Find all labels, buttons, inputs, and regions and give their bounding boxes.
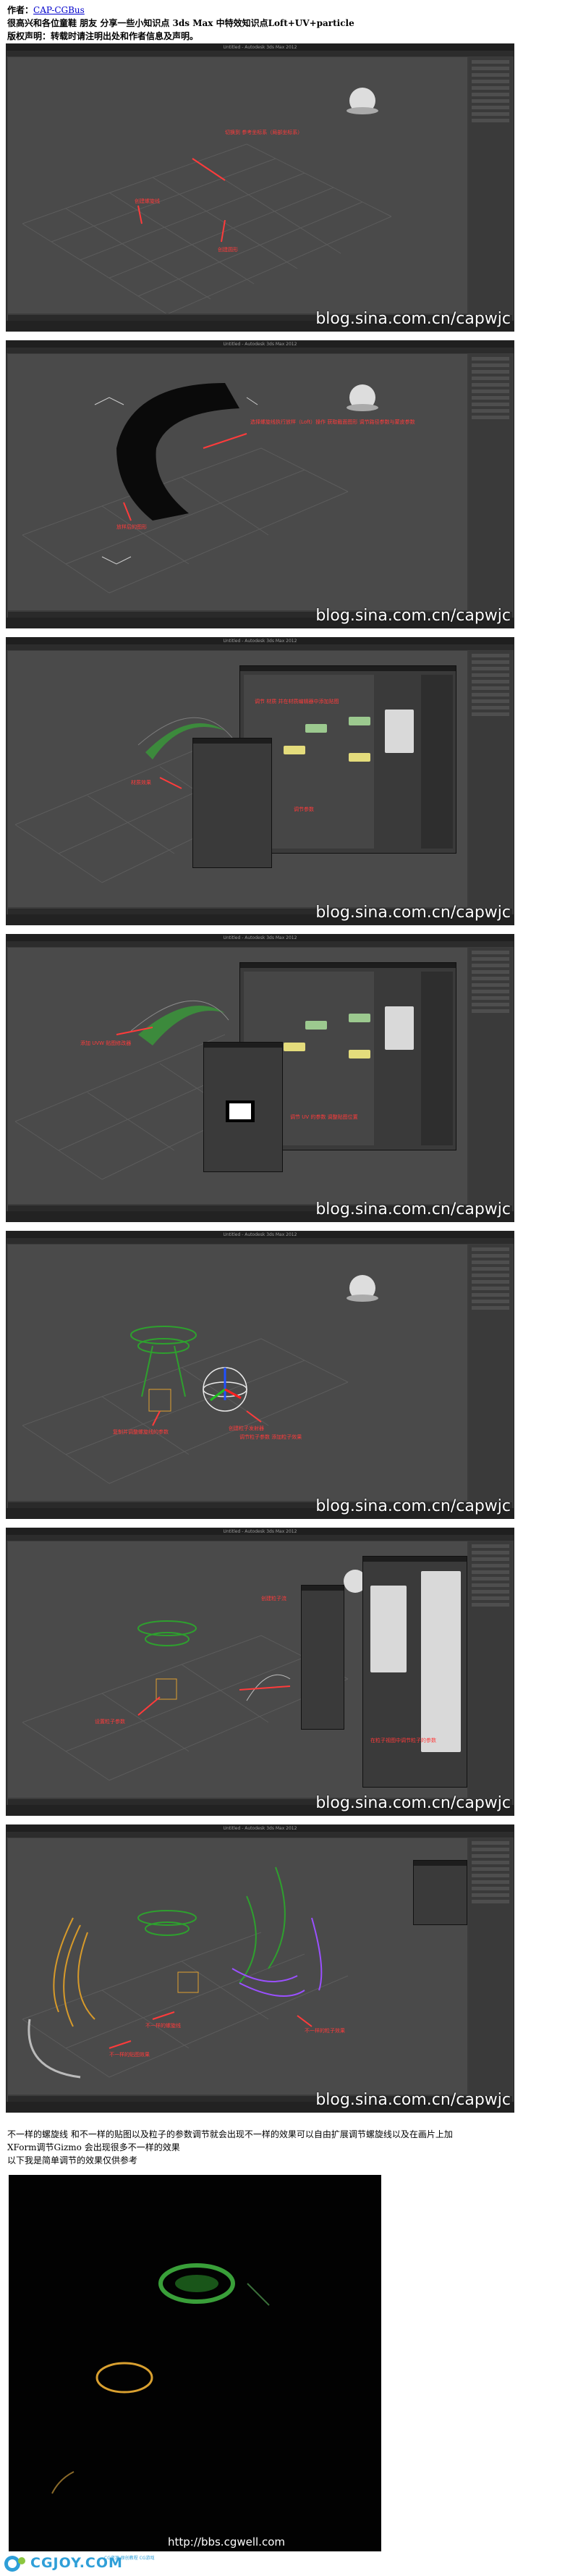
logo-subtext: CG资源 原创教程 CG游戏 bbox=[104, 2556, 155, 2561]
window-title: Untitled - Autodesk 3ds Max 2012 bbox=[7, 1232, 514, 1238]
watermark: blog.sina.com.cn/capwjc bbox=[315, 1497, 511, 1515]
author-label: 作者： bbox=[7, 5, 34, 15]
cgjoy-logo-icon bbox=[4, 2556, 25, 2572]
watermark: blog.sina.com.cn/capwjc bbox=[315, 904, 511, 922]
summary-line-3: 以下我是简单调节的效果仅供参考 bbox=[7, 2155, 138, 2165]
screenshot-2: Untitled - Autodesk 3ds Max 2012 选择螺旋线执行… bbox=[6, 340, 514, 628]
screenshot-6: Untitled - Autodesk 3ds Max 2012 创建粒子流 设… bbox=[6, 1528, 514, 1816]
viewport[interactable]: 不一样的螺旋线 不一样的贴图效果 不一样的粒子效果 bbox=[8, 1838, 467, 2095]
menu-bar bbox=[7, 1832, 514, 1841]
annotation: 设置粒子参数 bbox=[95, 1719, 125, 1725]
annotation: 创建粒子发射器 bbox=[229, 1426, 264, 1431]
annotation: 调节粒子参数 添加粒子效果 bbox=[239, 1434, 302, 1440]
render-result-image: http://bbs.cgwell.com bbox=[9, 2175, 381, 2551]
command-panel[interactable] bbox=[469, 1245, 512, 1501]
summary-line-1: 不一样的螺旋线 和不一样的贴图以及粒子的参数调节就会出现不一样的效果可以自由扩展… bbox=[7, 2129, 453, 2139]
annotation: 调节 材质 并在材质编辑器中添加贴图 bbox=[255, 699, 339, 704]
annotation: 切换到 参考坐标系（局部坐标系） bbox=[225, 130, 303, 135]
viewport[interactable]: 创建粒子流 设置粒子参数 在粒子视图中调节粒子的参数 bbox=[8, 1541, 467, 1798]
author-line: 作者：CAP-CGBus bbox=[7, 4, 85, 16]
particle-settings-panel[interactable] bbox=[301, 1585, 344, 1730]
annotation: 添加 UVW 贴图修改器 bbox=[80, 1040, 132, 1046]
annotation: 复制并调整螺旋线的参数 bbox=[113, 1429, 169, 1435]
annotation: 不一样的粒子效果 bbox=[305, 2028, 345, 2034]
command-panel[interactable] bbox=[469, 1838, 512, 2095]
watermark: blog.sina.com.cn/capwjc bbox=[315, 310, 511, 328]
annotation: 放样后的图形 bbox=[116, 524, 147, 530]
author-link[interactable]: CAP-CGBus bbox=[33, 5, 85, 15]
window-title: Untitled - Autodesk 3ds Max 2012 bbox=[7, 638, 514, 644]
window-title: Untitled - Autodesk 3ds Max 2012 bbox=[7, 44, 514, 51]
menu-bar bbox=[7, 348, 514, 357]
viewport[interactable]: 复制并调整螺旋线的参数 创建粒子发射器 调节粒子参数 添加粒子效果 bbox=[8, 1245, 467, 1501]
annotation: 不一样的螺旋线 bbox=[145, 2023, 181, 2029]
screenshot-7: Untitled - Autodesk 3ds Max 2012 不一样的螺旋线… bbox=[6, 1824, 514, 2113]
particle-view-dialog[interactable]: 在粒子视图中调节粒子的参数 bbox=[362, 1556, 467, 1788]
cgjoy-logo: CGJOY.COM CG资源 原创教程 CG游戏 bbox=[3, 2554, 155, 2573]
annotation: 调节 UV 的参数 调整贴图位置 bbox=[290, 1114, 358, 1120]
menu-bar bbox=[7, 1535, 514, 1544]
command-panel[interactable] bbox=[469, 948, 512, 1204]
copyright-line: 版权声明：转载时请注明出处和作者信息及声明。 bbox=[7, 31, 199, 41]
annotation: 选择螺旋线执行放样（Loft）操作 获取截面图形 调节路径参数与蒙皮参数 bbox=[250, 419, 415, 425]
annotation: 创建螺旋线 bbox=[135, 198, 160, 204]
command-panel[interactable] bbox=[469, 1541, 512, 1798]
menu-bar bbox=[7, 1238, 514, 1247]
annotation: 材质效果 bbox=[131, 780, 151, 786]
render-watermark: http://bbs.cgwell.com bbox=[168, 2535, 285, 2548]
watermark: blog.sina.com.cn/capwjc bbox=[315, 2091, 511, 2109]
annotation: 在粒子视图中调节粒子的参数 bbox=[370, 1738, 436, 1743]
command-panel[interactable] bbox=[469, 651, 512, 907]
screenshot-1: Untitled - Autodesk 3ds Max 2012 切换到 参考坐… bbox=[6, 43, 514, 332]
annotation: 创建圆形 bbox=[218, 247, 238, 253]
viewport[interactable]: 切换到 参考坐标系（局部坐标系） 创建螺旋线 创建圆形 bbox=[8, 57, 467, 313]
watermark: blog.sina.com.cn/capwjc bbox=[315, 607, 511, 625]
viewport[interactable]: 添加 UVW 贴图修改器 调节 UV 的参数 调整贴图位置 bbox=[8, 948, 467, 1204]
menu-bar bbox=[7, 941, 514, 951]
screenshot-4: Untitled - Autodesk 3ds Max 2012 添加 UVW … bbox=[6, 934, 514, 1222]
window-title: Untitled - Autodesk 3ds Max 2012 bbox=[7, 1528, 514, 1535]
annotation: 创建粒子流 bbox=[261, 1596, 286, 1601]
intro-line: 很高兴和各位童鞋 朋友 分享一些小知识点 3ds Max 中特效知识点Loft+… bbox=[7, 18, 354, 28]
window-title: Untitled - Autodesk 3ds Max 2012 bbox=[7, 1825, 514, 1832]
window-title: Untitled - Autodesk 3ds Max 2012 bbox=[7, 341, 514, 348]
watermark: blog.sina.com.cn/capwjc bbox=[315, 1200, 511, 1218]
watermark: blog.sina.com.cn/capwjc bbox=[315, 1794, 511, 1812]
summary-line-2: XForm调节Gizmo 会出现很多不一样的效果 bbox=[7, 2142, 180, 2152]
viewport[interactable]: 选择螺旋线执行放样（Loft）操作 获取截面图形 调节路径参数与蒙皮参数 放样后… bbox=[8, 354, 467, 610]
menu-bar bbox=[7, 644, 514, 654]
material-editor-dialog[interactable]: 调节 材质 并在材质编辑器中添加贴图 bbox=[239, 665, 456, 854]
window-title: Untitled - Autodesk 3ds Max 2012 bbox=[7, 935, 514, 941]
material-params-panel[interactable] bbox=[192, 738, 272, 868]
viewport[interactable]: 材质效果 调节 材质 并在材质编辑器中添加贴图 调节参数 bbox=[8, 651, 467, 907]
command-panel[interactable] bbox=[469, 354, 512, 610]
screenshot-3: Untitled - Autodesk 3ds Max 2012 材质效果 调节… bbox=[6, 637, 514, 925]
annotation: 调节参数 bbox=[294, 807, 314, 812]
screenshot-5: Untitled - Autodesk 3ds Max 2012 复制并调整螺旋… bbox=[6, 1231, 514, 1519]
annotation: 不一样的贴图效果 bbox=[109, 2052, 150, 2058]
menu-bar bbox=[7, 51, 514, 60]
command-panel[interactable] bbox=[469, 57, 512, 313]
uvw-params-panel[interactable] bbox=[203, 1042, 283, 1172]
preview-panel[interactable] bbox=[413, 1860, 467, 1925]
